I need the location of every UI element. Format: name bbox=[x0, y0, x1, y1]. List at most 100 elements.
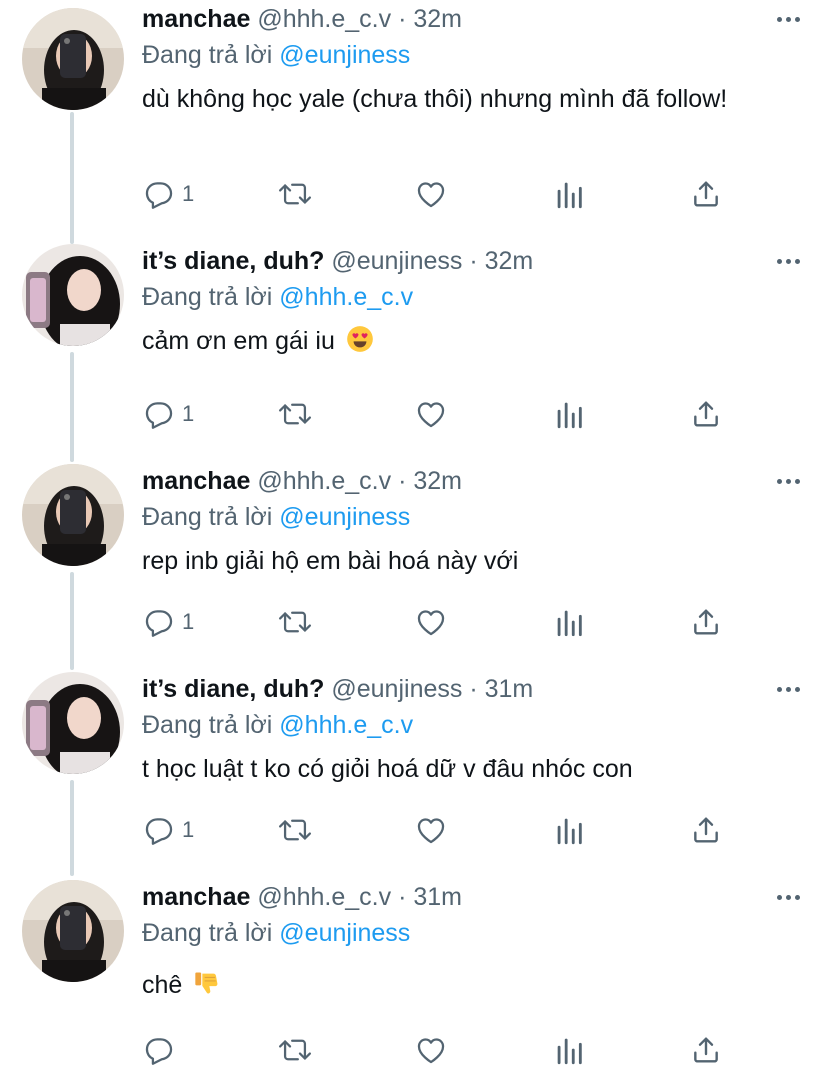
more-icon[interactable] bbox=[777, 878, 800, 916]
timestamp[interactable]: 31m bbox=[413, 883, 462, 911]
share-button[interactable] bbox=[690, 394, 722, 434]
retweet-button[interactable] bbox=[276, 602, 314, 642]
tweet[interactable]: manchae @hhh.e_c.v · 32m Đang trả lời @e… bbox=[0, 462, 828, 652]
tweet-header: it’s diane, duh? @eunjiness · 31m bbox=[142, 670, 808, 708]
reply-icon bbox=[145, 182, 173, 209]
share-button[interactable] bbox=[690, 174, 722, 214]
tweet[interactable]: it’s diane, duh? @eunjiness · 32m Đang t… bbox=[0, 242, 828, 442]
share-icon bbox=[694, 817, 718, 843]
display-name[interactable]: manchae bbox=[142, 883, 250, 911]
user-handle[interactable]: @eunjiness bbox=[331, 675, 462, 703]
reply-icon bbox=[145, 1038, 173, 1065]
tweet-content: it’s diane, duh? @eunjiness · 32m Đang t… bbox=[142, 242, 808, 362]
separator-dot: · bbox=[398, 467, 407, 495]
replying-to-label: Đang trả lời bbox=[142, 283, 273, 311]
replying-to: Đang trả lời @eunjiness bbox=[142, 38, 808, 72]
heart-icon bbox=[417, 182, 445, 208]
analytics-icon bbox=[557, 610, 582, 637]
share-button[interactable] bbox=[690, 810, 722, 850]
avatar-diane[interactable] bbox=[22, 672, 124, 774]
reply-icon bbox=[145, 818, 173, 845]
like-button[interactable] bbox=[414, 1030, 448, 1070]
tweet-header: it’s diane, duh? @eunjiness · 32m bbox=[142, 242, 808, 280]
share-button[interactable] bbox=[690, 602, 722, 642]
like-button[interactable] bbox=[414, 810, 448, 850]
retweet-icon bbox=[278, 611, 312, 633]
like-button[interactable] bbox=[414, 394, 448, 434]
reply-button[interactable]: 1 bbox=[142, 174, 194, 214]
more-icon[interactable] bbox=[777, 242, 800, 280]
like-button[interactable] bbox=[414, 602, 448, 642]
more-icon[interactable] bbox=[777, 670, 800, 708]
tweet-text: chê bbox=[142, 971, 183, 999]
retweet-icon bbox=[278, 403, 312, 425]
user-handle[interactable]: @hhh.e_c.v bbox=[257, 5, 391, 33]
reply-count: 1 bbox=[182, 181, 195, 206]
retweet-button[interactable] bbox=[276, 1030, 314, 1070]
avatar-diane[interactable] bbox=[22, 244, 124, 346]
heart-eyes-emoji-icon bbox=[346, 325, 374, 362]
retweet-button[interactable] bbox=[276, 810, 314, 850]
tweet[interactable]: manchae @hhh.e_c.v · 32m Đang trả lời @e… bbox=[0, 0, 828, 230]
tweet-text: cảm ơn em gái iu bbox=[142, 327, 335, 355]
replying-to-label: Đang trả lời bbox=[142, 711, 273, 739]
heart-icon bbox=[417, 1038, 445, 1064]
more-icon[interactable] bbox=[777, 462, 800, 500]
retweet-button[interactable] bbox=[276, 394, 314, 434]
avatar-manchae[interactable] bbox=[22, 464, 124, 566]
user-handle[interactable]: @hhh.e_c.v bbox=[257, 883, 391, 911]
analytics-button[interactable] bbox=[554, 174, 584, 214]
tweet-header: manchae @hhh.e_c.v · 32m bbox=[142, 462, 808, 500]
avatar-image bbox=[22, 880, 124, 982]
reply-button[interactable] bbox=[142, 1030, 182, 1070]
display-name[interactable]: it’s diane, duh? bbox=[142, 247, 324, 275]
tweet-text-block: cảm ơn em gái iu bbox=[142, 324, 808, 362]
mention-link[interactable]: @eunjiness bbox=[279, 919, 410, 947]
timestamp[interactable]: 32m bbox=[485, 247, 534, 275]
thumbs-down-emoji-icon bbox=[193, 969, 221, 1006]
avatar-manchae[interactable] bbox=[22, 8, 124, 110]
timestamp[interactable]: 31m bbox=[485, 675, 534, 703]
action-bar: 1 bbox=[142, 810, 732, 850]
tweet[interactable]: manchae @hhh.e_c.v · 31m Đang trả lời @e… bbox=[0, 878, 828, 1078]
retweet-button[interactable] bbox=[276, 174, 314, 214]
retweet-icon bbox=[278, 1039, 312, 1061]
mention-link[interactable]: @hhh.e_c.v bbox=[279, 283, 413, 311]
timestamp[interactable]: 32m bbox=[413, 467, 462, 495]
display-name[interactable]: manchae bbox=[142, 467, 250, 495]
analytics-button[interactable] bbox=[554, 810, 584, 850]
user-handle[interactable]: @hhh.e_c.v bbox=[257, 467, 391, 495]
analytics-button[interactable] bbox=[554, 1030, 584, 1070]
mention-link[interactable]: @hhh.e_c.v bbox=[279, 711, 413, 739]
separator-dot: · bbox=[469, 247, 478, 275]
timestamp[interactable]: 32m bbox=[413, 5, 462, 33]
separator-dot: · bbox=[469, 675, 478, 703]
heart-icon bbox=[417, 402, 445, 428]
reply-count: 1 bbox=[182, 609, 195, 634]
analytics-icon bbox=[557, 182, 582, 209]
analytics-button[interactable] bbox=[554, 602, 584, 642]
reply-icon bbox=[145, 610, 173, 637]
user-handle[interactable]: @eunjiness bbox=[331, 247, 462, 275]
mention-link[interactable]: @eunjiness bbox=[279, 503, 410, 531]
reply-button[interactable]: 1 bbox=[142, 810, 194, 850]
analytics-button[interactable] bbox=[554, 394, 584, 434]
replying-to-label: Đang trả lời bbox=[142, 503, 273, 531]
share-icon bbox=[694, 609, 718, 635]
tweet[interactable]: it’s diane, duh? @eunjiness · 31m Đang t… bbox=[0, 670, 828, 860]
avatar-image bbox=[22, 464, 124, 566]
share-icon bbox=[694, 181, 718, 207]
share-button[interactable] bbox=[690, 1030, 722, 1070]
reply-button[interactable]: 1 bbox=[142, 602, 194, 642]
mention-link[interactable]: @eunjiness bbox=[279, 41, 410, 69]
replying-to: Đang trả lời @eunjiness bbox=[142, 500, 808, 534]
tweet-header: manchae @hhh.e_c.v · 32m bbox=[142, 0, 808, 38]
like-button[interactable] bbox=[414, 174, 448, 214]
heart-icon bbox=[417, 610, 445, 636]
display-name[interactable]: manchae bbox=[142, 5, 250, 33]
replying-to: Đang trả lời @hhh.e_c.v bbox=[142, 280, 808, 314]
more-icon[interactable] bbox=[777, 0, 800, 38]
avatar-manchae[interactable] bbox=[22, 880, 124, 982]
reply-button[interactable]: 1 bbox=[142, 394, 194, 434]
display-name[interactable]: it’s diane, duh? bbox=[142, 675, 324, 703]
